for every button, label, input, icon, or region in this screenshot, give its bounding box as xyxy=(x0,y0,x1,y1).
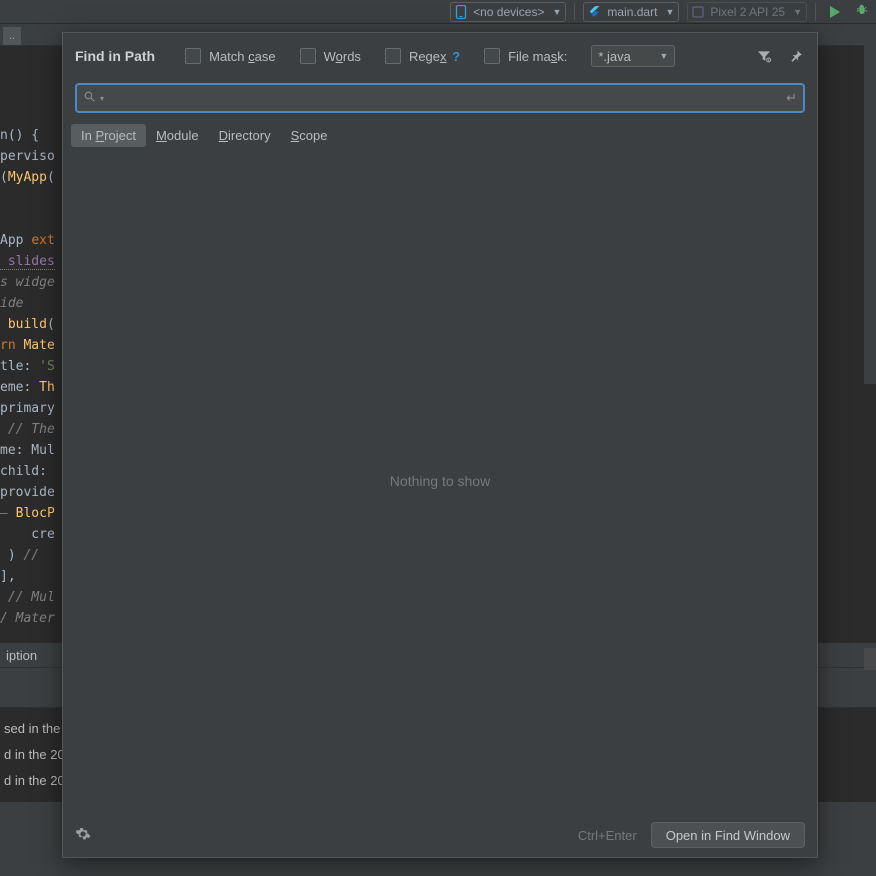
code-line: slides xyxy=(0,254,55,270)
code-line: — BlocP xyxy=(0,506,55,521)
code-line: me: Mul xyxy=(0,443,55,458)
code-line: s widge xyxy=(0,275,55,290)
find-in-path-dialog: Find in Path Match case Words Regex ? Fi… xyxy=(62,32,818,858)
file-mask-input[interactable] xyxy=(484,48,500,64)
chevron-down-icon: ▼ xyxy=(659,51,668,61)
gear-icon[interactable] xyxy=(75,826,91,845)
chevron-down-icon: ▼ xyxy=(665,7,674,17)
code-line: (MyApp( xyxy=(0,170,55,185)
tab-module[interactable]: Module xyxy=(146,124,209,147)
code-line: ide xyxy=(0,296,23,311)
file-mask-checkbox[interactable]: File mask: xyxy=(484,48,567,64)
regex-input[interactable] xyxy=(385,48,401,64)
main-toolbar: <no devices> ▼ main.dart ▼ Pixel 2 API 2… xyxy=(0,0,876,24)
match-case-label: Match case xyxy=(209,49,275,64)
editor-scrollbar[interactable] xyxy=(864,24,876,384)
code-line: child: xyxy=(0,464,47,479)
code-line: perviso xyxy=(0,149,55,164)
results-area: Nothing to show xyxy=(63,149,817,813)
open-in-find-window-button[interactable]: Open in Find Window xyxy=(651,822,805,848)
run-config-label: main.dart xyxy=(607,5,657,19)
tab-directory[interactable]: Directory xyxy=(209,124,281,147)
toolbar-separator xyxy=(815,3,816,21)
dialog-header: Find in Path Match case Words Regex ? Fi… xyxy=(63,33,817,79)
phone-icon xyxy=(455,5,467,19)
file-mask-label: File mask: xyxy=(508,49,567,64)
dialog-title: Find in Path xyxy=(75,48,155,64)
code-line: provide xyxy=(0,485,55,500)
code-line: tle: 'S xyxy=(0,359,55,374)
code-line: rn Mate xyxy=(0,338,55,353)
match-case-input[interactable] xyxy=(185,48,201,64)
tab-in-project[interactable]: In Project xyxy=(71,124,146,147)
search-history-dropdown-icon[interactable]: ▾ xyxy=(100,94,104,103)
code-line: App ext xyxy=(0,233,55,248)
scope-tabs: In Project Module Directory Scope xyxy=(63,121,817,149)
svg-text:▾: ▾ xyxy=(768,57,770,62)
regex-checkbox[interactable]: Regex ? xyxy=(385,48,460,64)
dialog-footer: Ctrl+Enter Open in Find Window xyxy=(63,813,817,857)
debug-icon[interactable] xyxy=(854,2,870,22)
toolbar-separator xyxy=(574,3,575,21)
run-config-selector[interactable]: main.dart ▼ xyxy=(583,2,679,22)
words-input[interactable] xyxy=(300,48,316,64)
words-label: Words xyxy=(324,49,361,64)
chevron-down-icon: ▼ xyxy=(793,7,802,17)
newline-icon[interactable]: ↵ xyxy=(786,90,797,106)
code-line xyxy=(0,191,8,206)
code-line: eme: Th xyxy=(0,380,55,395)
search-input[interactable] xyxy=(110,91,780,106)
code-line: / Mater xyxy=(0,611,55,626)
shortcut-hint: Ctrl+Enter xyxy=(578,828,637,843)
file-tab[interactable]: .. xyxy=(3,27,21,45)
code-line: n() { xyxy=(0,128,39,143)
code-line: ) // xyxy=(0,548,47,563)
file-mask-combo[interactable]: *.java ▼ xyxy=(591,45,675,67)
regex-label: Regex ? xyxy=(409,49,460,64)
code-line xyxy=(0,212,8,227)
device-selector-label: <no devices> xyxy=(473,5,544,19)
file-tab-label: .. xyxy=(9,30,15,42)
avd-selector[interactable]: Pixel 2 API 25 ▼ xyxy=(687,2,807,22)
filter-icon[interactable]: ▾ xyxy=(755,47,773,65)
code-line: primary xyxy=(0,401,55,416)
empty-results-label: Nothing to show xyxy=(390,473,490,489)
device-icon xyxy=(692,6,704,18)
words-checkbox[interactable]: Words xyxy=(300,48,361,64)
search-field-wrapper: ▾ ↵ xyxy=(75,83,805,113)
chevron-down-icon: ▼ xyxy=(552,7,561,17)
file-mask-value: *.java xyxy=(598,49,631,64)
help-icon: ? xyxy=(449,49,461,64)
match-case-checkbox[interactable]: Match case xyxy=(185,48,275,64)
run-icon[interactable] xyxy=(830,6,840,18)
avd-label: Pixel 2 API 25 xyxy=(710,5,785,19)
code-line: // The xyxy=(0,422,55,437)
code-line: cre xyxy=(0,527,55,542)
panel-scrollbar[interactable] xyxy=(864,648,876,670)
search-icon[interactable] xyxy=(83,90,96,106)
pin-icon[interactable] xyxy=(787,47,805,65)
tab-scope[interactable]: Scope xyxy=(281,124,338,147)
flutter-icon xyxy=(588,5,601,18)
open-button-label: Open in Find Window xyxy=(666,828,790,843)
device-selector[interactable]: <no devices> ▼ xyxy=(450,2,566,22)
bottom-panel-tab-label: iption xyxy=(6,648,37,663)
code-line: build( xyxy=(0,317,55,332)
code-line: ], xyxy=(0,569,16,584)
code-line: // Mul xyxy=(0,590,55,605)
